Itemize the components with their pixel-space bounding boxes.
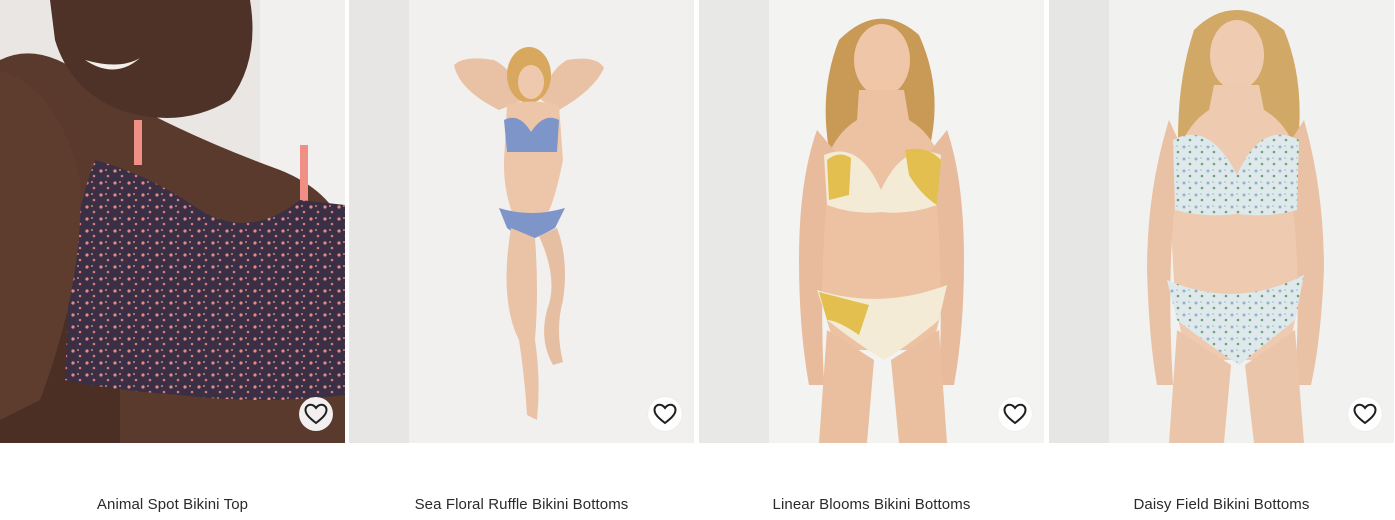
product-name[interactable]: Animal Spot Bikini Top bbox=[0, 496, 345, 513]
wishlist-button[interactable] bbox=[1348, 397, 1382, 431]
product-photo bbox=[349, 0, 694, 443]
product-image[interactable] bbox=[0, 0, 345, 443]
heart-outline-icon bbox=[1003, 403, 1027, 425]
product-grid: Animal Spot Bikini Top Sea Floral Ruffle… bbox=[0, 0, 1395, 520]
heart-outline-icon bbox=[1353, 403, 1377, 425]
wishlist-button[interactable] bbox=[299, 397, 333, 431]
product-card[interactable]: Daisy Field Bikini Bottoms bbox=[1049, 0, 1394, 520]
product-card[interactable]: Animal Spot Bikini Top bbox=[0, 0, 345, 520]
heart-outline-icon bbox=[304, 403, 328, 425]
heart-outline-icon bbox=[653, 403, 677, 425]
product-name[interactable]: Daisy Field Bikini Bottoms bbox=[1049, 496, 1394, 513]
product-image[interactable] bbox=[1049, 0, 1394, 443]
product-name[interactable]: Linear Blooms Bikini Bottoms bbox=[699, 496, 1044, 513]
product-image[interactable] bbox=[699, 0, 1044, 443]
product-image[interactable] bbox=[349, 0, 694, 443]
product-card[interactable]: Sea Floral Ruffle Bikini Bottoms bbox=[349, 0, 694, 520]
product-name[interactable]: Sea Floral Ruffle Bikini Bottoms bbox=[349, 496, 694, 513]
product-photo bbox=[0, 0, 345, 443]
wishlist-button[interactable] bbox=[648, 397, 682, 431]
wishlist-button[interactable] bbox=[998, 397, 1032, 431]
product-card[interactable]: Linear Blooms Bikini Bottoms bbox=[699, 0, 1044, 520]
product-photo bbox=[1049, 0, 1394, 443]
product-photo bbox=[699, 0, 1044, 443]
